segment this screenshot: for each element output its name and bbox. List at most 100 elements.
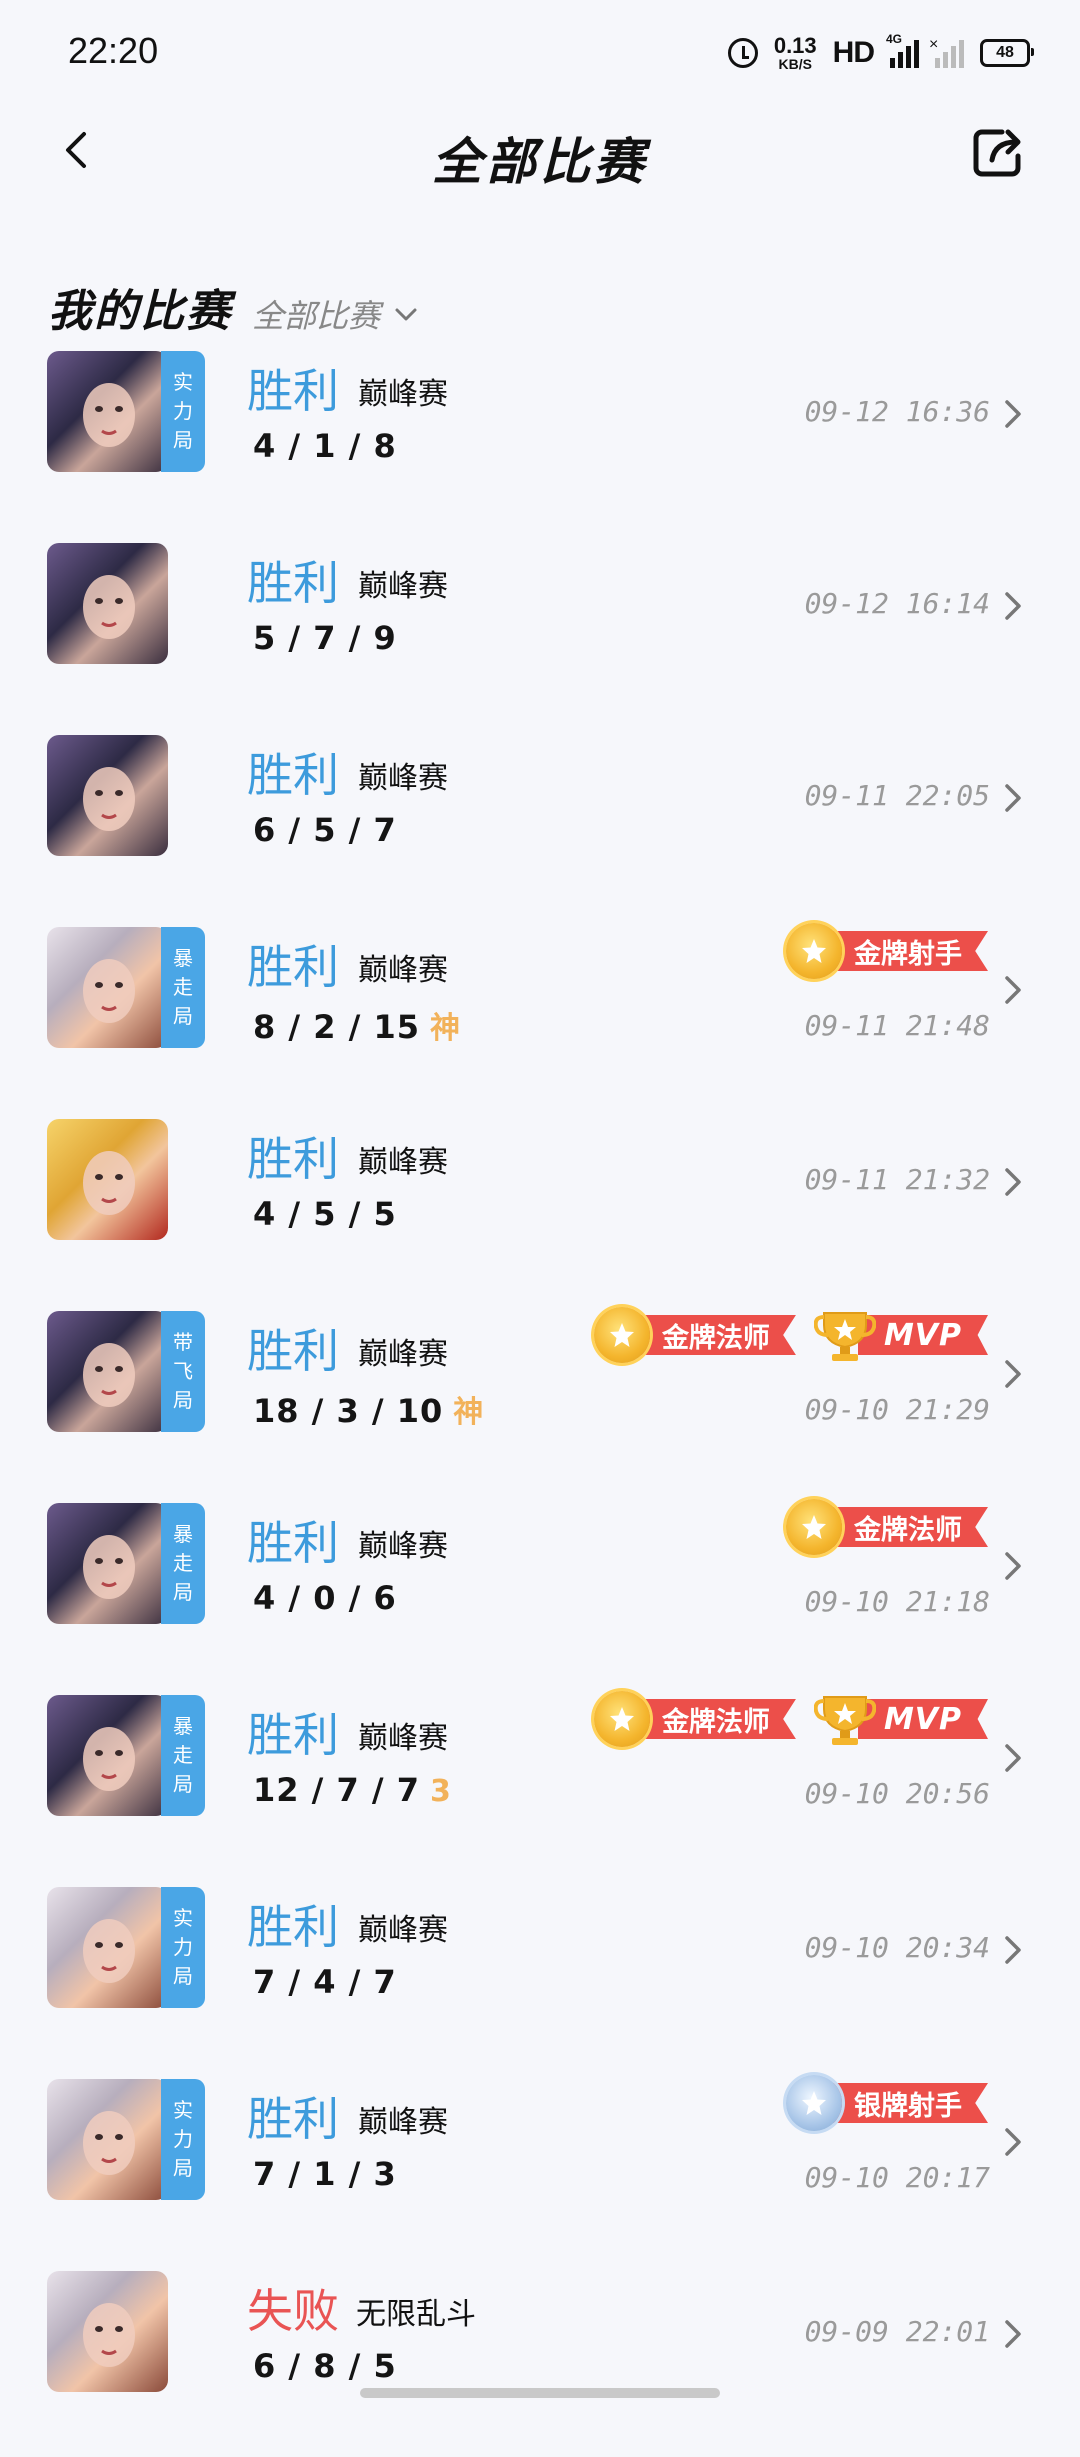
hero-avatar-container: 实力局 bbox=[47, 1887, 205, 2008]
match-kda: 12 / 7 / 7 3 bbox=[253, 1771, 451, 1809]
kda-value: 7 / 1 / 3 bbox=[253, 2155, 397, 2193]
chevron-right-icon[interactable] bbox=[1002, 589, 1024, 623]
match-row[interactable]: 胜利 巅峰赛 4 / 5 / 5 09-11 21:32 bbox=[0, 1113, 1080, 1305]
match-result: 失败 bbox=[247, 2284, 339, 2338]
match-kda: 7 / 1 / 3 bbox=[253, 2155, 397, 2193]
chevron-right-icon[interactable] bbox=[1002, 781, 1024, 815]
match-mode: 巅峰赛 bbox=[358, 761, 448, 796]
match-time: 09-10 20:34 bbox=[804, 1931, 990, 1964]
header: 全部比赛 bbox=[0, 100, 1080, 200]
signal-weak-icon: × bbox=[929, 36, 964, 68]
hero-avatar bbox=[47, 1695, 168, 1816]
trophy-icon bbox=[813, 1312, 876, 1361]
chevron-right-icon[interactable] bbox=[1002, 1933, 1024, 1967]
match-mode: 巅峰赛 bbox=[358, 1529, 448, 1564]
match-time: 09-10 21:18 bbox=[804, 1585, 990, 1618]
badge-label: 金牌法师 bbox=[635, 1699, 796, 1739]
chevron-right-icon[interactable] bbox=[1002, 1357, 1024, 1391]
chevron-right-icon[interactable] bbox=[1002, 973, 1024, 1007]
badge-label: 银牌射手 bbox=[828, 2083, 988, 2123]
kda-badge: 3 bbox=[430, 1774, 451, 1809]
hero-avatar bbox=[47, 1119, 168, 1240]
match-kda: 4 / 0 / 6 bbox=[253, 1579, 397, 1617]
hero-avatar-container: 带飞局 bbox=[47, 1311, 205, 1432]
match-row[interactable]: 暴走局胜利 巅峰赛 8 / 2 / 15 神 金牌射手 09-11 21:48 bbox=[0, 921, 1080, 1113]
battery-level: 48 bbox=[996, 44, 1014, 61]
chevron-right-icon[interactable] bbox=[1002, 2317, 1024, 2351]
match-kda: 4 / 5 / 5 bbox=[253, 1195, 397, 1233]
hero-avatar bbox=[47, 2079, 168, 2200]
match-tag: 暴走局 bbox=[161, 927, 205, 1048]
match-tag: 实力局 bbox=[161, 1887, 205, 2008]
match-tag: 实力局 bbox=[161, 2079, 205, 2200]
kda-value: 12 / 7 / 7 bbox=[253, 1771, 420, 1809]
match-row[interactable]: 带飞局胜利 巅峰赛 18 / 3 / 10 神 金牌法师 MVP 09-10 21:29 bbox=[0, 1305, 1080, 1497]
hero-avatar-container: 暴走局 bbox=[47, 927, 205, 1048]
hero-avatar bbox=[47, 735, 168, 856]
match-time: 09-11 22:05 bbox=[804, 779, 990, 812]
match-row[interactable]: 暴走局胜利 巅峰赛 12 / 7 / 7 3 金牌法师 MVP 09-10 20:56 bbox=[0, 1689, 1080, 1881]
mvp-badge: MVP bbox=[813, 1311, 988, 1361]
match-result: 胜利 bbox=[247, 556, 339, 610]
match-row[interactable]: 暴走局胜利 巅峰赛 4 / 0 / 6 金牌法师 09-10 21:18 bbox=[0, 1497, 1080, 1689]
match-row[interactable]: 实力局胜利 巅峰赛 7 / 4 / 7 09-10 20:34 bbox=[0, 1881, 1080, 2073]
hd-icon: HD bbox=[832, 36, 875, 69]
gold-badge: 金牌射手 bbox=[786, 923, 988, 979]
match-mode: 巅峰赛 bbox=[358, 1721, 448, 1756]
chevron-down-icon bbox=[395, 308, 417, 321]
kda-value: 4 / 5 / 5 bbox=[253, 1195, 397, 1233]
section-title: 我的比赛 bbox=[48, 286, 232, 337]
medal-icon bbox=[786, 2075, 842, 2131]
match-row[interactable]: 实力局胜利 巅峰赛 7 / 1 / 3 银牌射手 09-10 20:17 bbox=[0, 2073, 1080, 2265]
match-time: 09-10 21:29 bbox=[804, 1393, 990, 1426]
alarm-icon bbox=[727, 38, 758, 68]
kda-value: 6 / 5 / 7 bbox=[253, 811, 397, 849]
hero-avatar-container bbox=[47, 735, 205, 856]
medal-icon bbox=[786, 923, 842, 979]
match-result: 胜利 bbox=[247, 364, 339, 418]
hero-avatar-container bbox=[47, 543, 205, 664]
hero-avatar bbox=[47, 2271, 168, 2392]
chevron-right-icon[interactable] bbox=[1002, 1165, 1024, 1199]
honor-badges: 银牌射手 bbox=[786, 2075, 988, 2131]
hero-avatar-container: 实力局 bbox=[47, 351, 205, 472]
match-row[interactable]: 胜利 巅峰赛 5 / 7 / 9 09-12 16:14 bbox=[0, 537, 1080, 729]
match-time: 09-12 16:14 bbox=[804, 587, 990, 620]
home-indicator[interactable] bbox=[360, 2388, 720, 2398]
filter-label: 全部比赛 bbox=[252, 297, 381, 335]
filter-dropdown[interactable]: 全部比赛 bbox=[252, 291, 418, 339]
match-row[interactable]: 失败 无限乱斗 6 / 8 / 5 09-09 22:01 bbox=[0, 2265, 1080, 2457]
match-tag: 带飞局 bbox=[161, 1311, 205, 1432]
chevron-right-icon[interactable] bbox=[1002, 1549, 1024, 1583]
match-mode: 巅峰赛 bbox=[358, 2105, 448, 2140]
match-row[interactable]: 胜利 巅峰赛 6 / 5 / 7 09-11 22:05 bbox=[0, 729, 1080, 921]
match-mode: 巅峰赛 bbox=[358, 1913, 448, 1948]
badge-label: MVP bbox=[857, 1315, 988, 1355]
status-icons: 0.13 KB/S HD 4G × 48 bbox=[727, 30, 1034, 76]
hero-avatar bbox=[47, 543, 168, 664]
honor-badges: 金牌法师 bbox=[786, 1499, 988, 1555]
kda-value: 8 / 2 / 15 bbox=[253, 1008, 420, 1046]
medal-icon bbox=[786, 1499, 842, 1555]
kda-value: 4 / 0 / 6 bbox=[253, 1579, 397, 1617]
page-title: 全部比赛 bbox=[432, 132, 648, 191]
share-icon[interactable] bbox=[968, 122, 1028, 182]
match-time: 09-11 21:48 bbox=[804, 1009, 990, 1042]
honor-badges: 金牌法师 MVP bbox=[593, 1691, 988, 1747]
chevron-right-icon[interactable] bbox=[1002, 397, 1024, 431]
honor-badges: 金牌射手 bbox=[786, 923, 988, 979]
match-kda: 4 / 1 / 8 bbox=[253, 427, 397, 465]
hero-avatar bbox=[47, 1503, 168, 1624]
match-row[interactable]: 实力局胜利 巅峰赛 4 / 1 / 8 09-12 16:36 bbox=[0, 345, 1080, 537]
match-kda: 18 / 3 / 10 神 bbox=[253, 1387, 483, 1431]
match-time: 09-09 22:01 bbox=[804, 2315, 990, 2348]
kda-value: 18 / 3 / 10 bbox=[253, 1392, 444, 1430]
match-mode: 无限乱斗 bbox=[356, 2297, 476, 2332]
kda-value: 7 / 4 / 7 bbox=[253, 1963, 397, 2001]
chevron-right-icon[interactable] bbox=[1002, 2125, 1024, 2159]
match-result: 胜利 bbox=[247, 1516, 339, 1570]
chevron-right-icon[interactable] bbox=[1002, 1741, 1024, 1775]
status-bar: 22:20 0.13 KB/S HD 4G × 48 bbox=[0, 0, 1080, 100]
honor-badges: 金牌法师 MVP bbox=[593, 1307, 988, 1363]
network-speed: 0.13 KB/S bbox=[774, 35, 817, 72]
